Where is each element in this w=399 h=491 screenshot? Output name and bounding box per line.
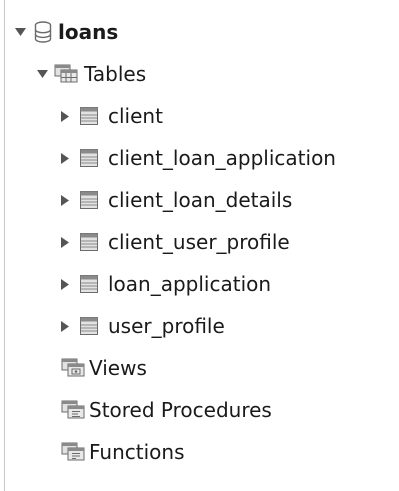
- tree-node-tables-folder[interactable]: Tables: [0, 54, 146, 94]
- table-name: loan_application: [108, 272, 272, 296]
- database-icon: [34, 21, 52, 43]
- collapsed-triangle-icon[interactable]: [58, 194, 70, 206]
- table-name: client_loan_application: [108, 146, 336, 170]
- table-icon: [80, 191, 98, 209]
- table-icon: [80, 275, 98, 293]
- views-folder-icon: [61, 358, 85, 378]
- table-icon: [80, 149, 98, 167]
- table-icon: [80, 233, 98, 251]
- table-name: client_loan_details: [108, 188, 293, 212]
- collapsed-triangle-icon[interactable]: [58, 110, 70, 122]
- table-name: client: [108, 104, 163, 128]
- stored-procedures-folder-label: Stored Procedures: [89, 398, 272, 422]
- tree-node-table[interactable]: client_loan_application: [0, 138, 336, 178]
- tree-node-views-folder[interactable]: Views: [0, 348, 147, 388]
- tree-node-stored-procedures-folder[interactable]: Stored Procedures: [0, 390, 272, 430]
- expanded-triangle-icon[interactable]: [14, 26, 26, 38]
- tables-folder-icon: [54, 64, 78, 84]
- tree-node-table[interactable]: client_loan_details: [0, 180, 292, 220]
- tree-node-functions-folder[interactable]: Functions: [0, 432, 185, 472]
- functions-folder-icon: [61, 442, 85, 462]
- collapsed-triangle-icon[interactable]: [58, 236, 70, 248]
- table-icon: [80, 107, 98, 125]
- collapsed-triangle-icon[interactable]: [58, 320, 70, 332]
- tree-node-table[interactable]: client: [0, 96, 163, 136]
- tree-node-table[interactable]: user_profile: [0, 306, 225, 346]
- table-icon: [80, 317, 98, 335]
- collapsed-triangle-icon[interactable]: [58, 152, 70, 164]
- tree-node-database[interactable]: loans: [0, 12, 118, 52]
- tables-folder-label: Tables: [84, 62, 147, 86]
- tree-node-table[interactable]: loan_application: [0, 264, 271, 304]
- database-name: loans: [58, 20, 119, 44]
- expanded-triangle-icon[interactable]: [36, 68, 48, 80]
- stored-procedures-folder-icon: [61, 400, 85, 420]
- tree-node-table[interactable]: client_user_profile: [0, 222, 290, 262]
- table-name: user_profile: [108, 314, 225, 338]
- functions-folder-label: Functions: [89, 440, 185, 464]
- views-folder-label: Views: [89, 356, 147, 380]
- collapsed-triangle-icon[interactable]: [58, 278, 70, 290]
- table-name: client_user_profile: [108, 230, 290, 254]
